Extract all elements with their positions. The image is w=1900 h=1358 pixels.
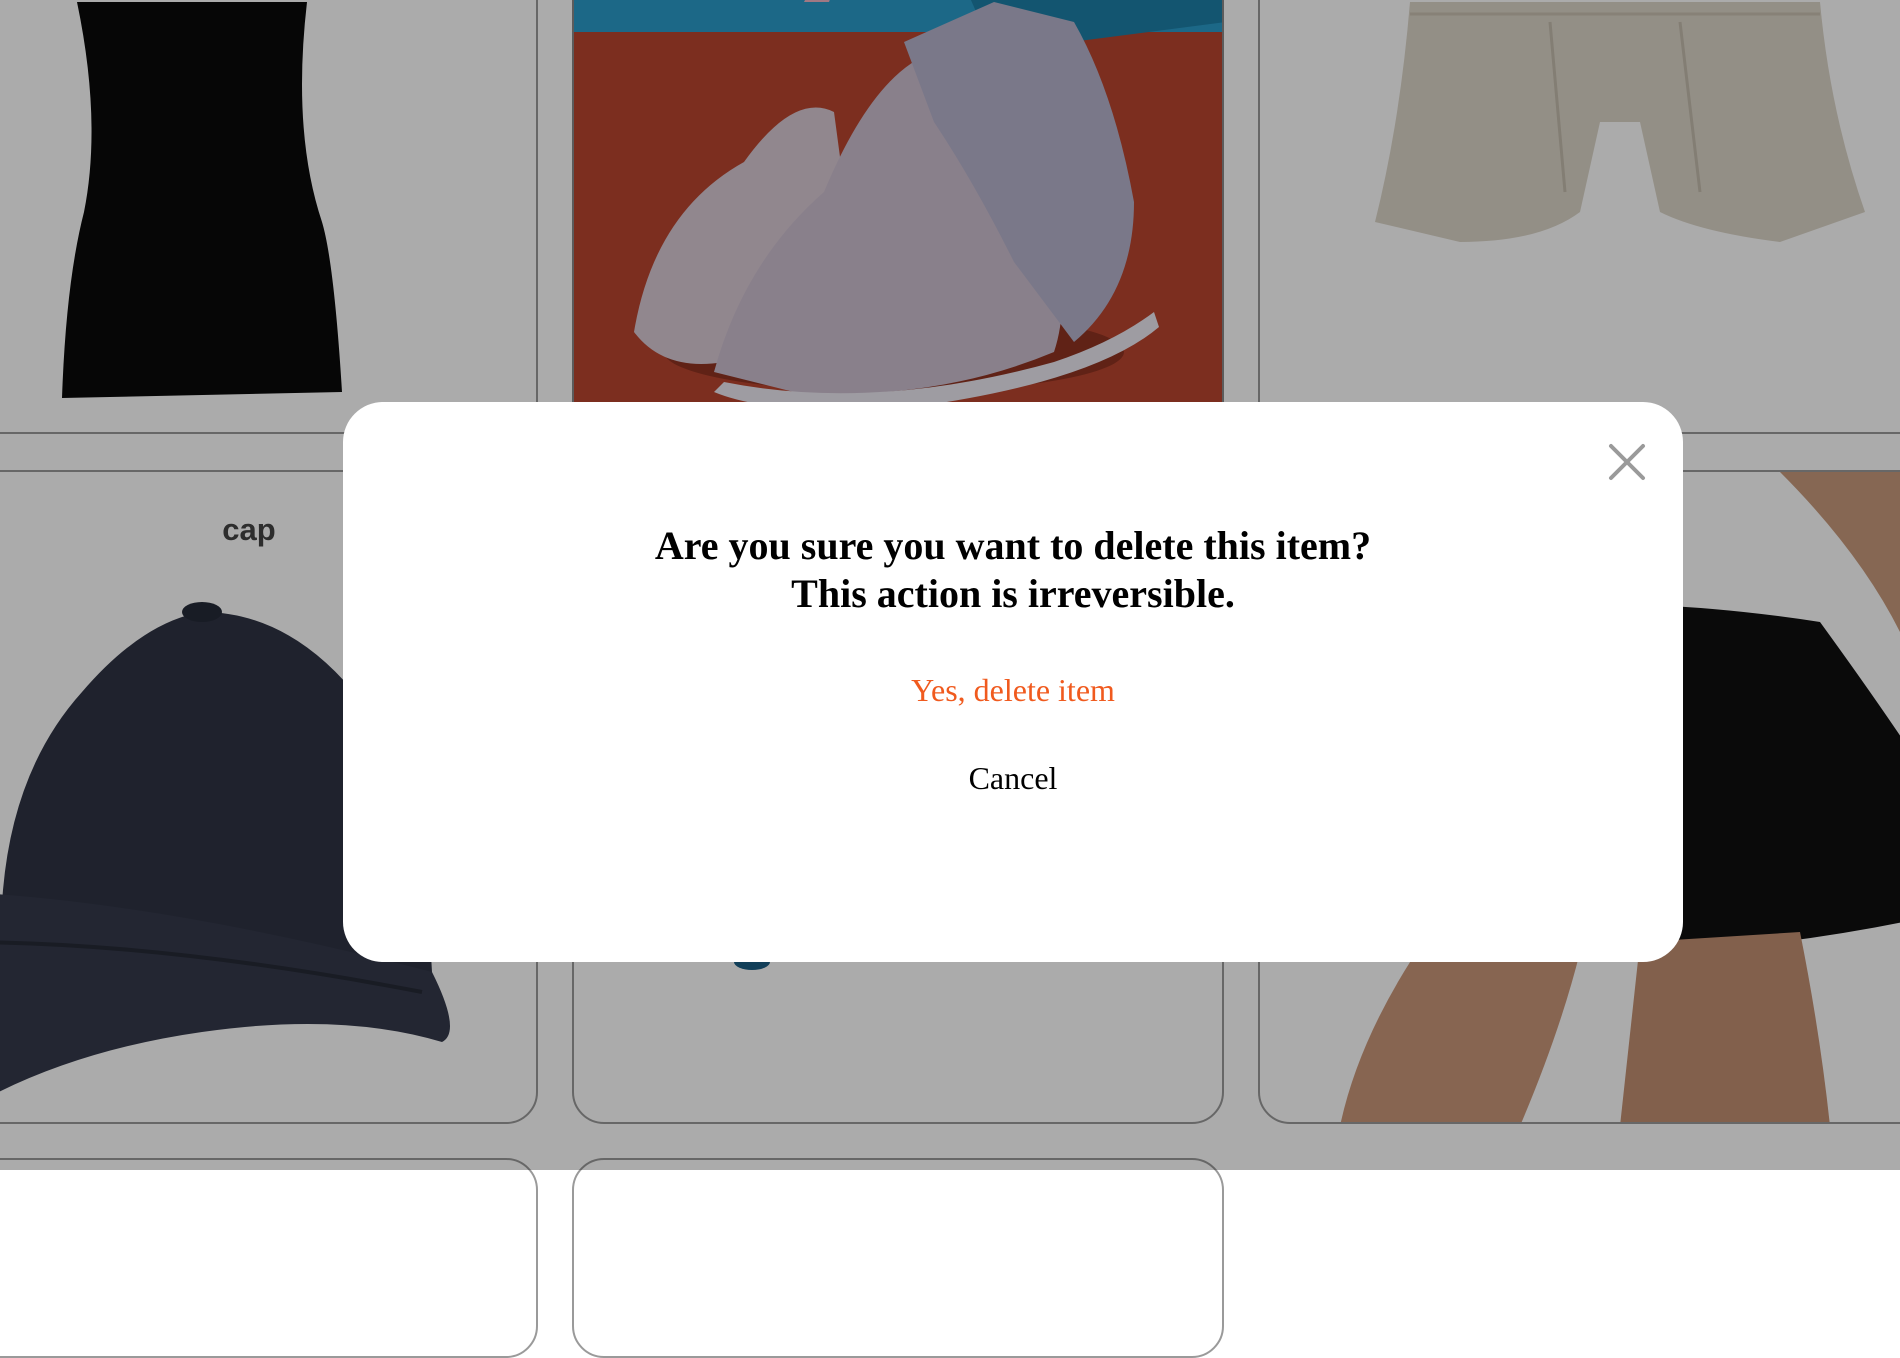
dialog-message-line2: This action is irreversible. xyxy=(791,571,1235,616)
close-button[interactable] xyxy=(1603,438,1651,486)
dialog-message-line1: Are you sure you want to delete this ite… xyxy=(654,523,1372,568)
confirm-delete-button[interactable]: Yes, delete item xyxy=(343,672,1683,709)
delete-confirmation-dialog: Are you sure you want to delete this ite… xyxy=(343,402,1683,962)
product-card-partial[interactable] xyxy=(572,1158,1224,1358)
product-card-partial[interactable] xyxy=(0,1158,538,1358)
dialog-message: Are you sure you want to delete this ite… xyxy=(343,522,1683,618)
close-icon xyxy=(1609,444,1645,480)
cancel-button[interactable]: Cancel xyxy=(343,760,1683,797)
